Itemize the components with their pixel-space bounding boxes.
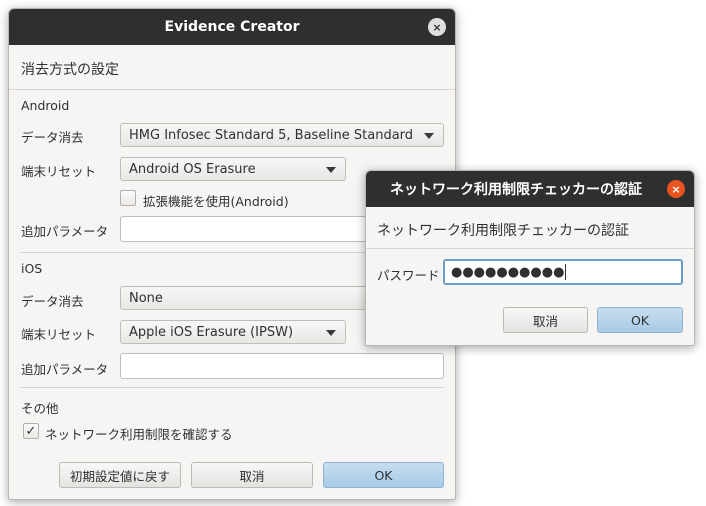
android-reset-value: Android OS Erasure xyxy=(129,161,256,177)
heading-divider xyxy=(9,89,455,90)
android-erase-select[interactable]: HMG Infosec Standard 5, Baseline Standar… xyxy=(120,123,444,147)
network-auth-dialog: ネットワーク利用制限チェッカーの認証 × ネットワーク利用制限チェッカーの認証 … xyxy=(365,170,695,346)
auth-cancel-button[interactable]: 取消 xyxy=(503,307,588,333)
auth-window-title: ネットワーク利用制限チェッカーの認証 xyxy=(390,182,642,198)
ios-erase-label: データ消去 xyxy=(21,294,84,309)
android-erase-value: HMG Infosec Standard 5, Baseline Standar… xyxy=(129,127,414,143)
network-check-checkbox[interactable]: ✓ xyxy=(23,423,39,439)
restore-defaults-button[interactable]: 初期設定値に戻す xyxy=(59,462,181,488)
android-erase-label: データ消去 xyxy=(21,130,84,145)
network-check-label: ネットワーク利用制限を確認する xyxy=(45,427,233,442)
chevron-down-icon xyxy=(326,330,336,336)
ios-divider xyxy=(21,387,443,388)
auth-ok-button[interactable]: OK xyxy=(597,307,683,333)
android-section-label: Android xyxy=(21,98,70,113)
password-value: ●●●●●●●●●● xyxy=(451,264,565,280)
window-title: Evidence Creator xyxy=(164,19,300,35)
android-extension-checkbox[interactable] xyxy=(120,190,136,206)
ios-params-label: 追加パラメータ xyxy=(21,362,109,377)
close-icon[interactable]: × xyxy=(428,18,446,36)
auth-heading-divider xyxy=(366,248,694,249)
auth-heading: ネットワーク利用制限チェッカーの認証 xyxy=(377,223,629,239)
ios-reset-select[interactable]: Apple iOS Erasure (IPSW) xyxy=(120,320,346,344)
close-icon[interactable]: × xyxy=(667,180,685,198)
auth-title-bar[interactable]: ネットワーク利用制限チェッカーの認証 × xyxy=(366,171,694,207)
password-input[interactable]: ●●●●●●●●●● xyxy=(443,259,683,285)
title-bar[interactable]: Evidence Creator × xyxy=(9,9,455,45)
other-section-label: その他 xyxy=(21,401,59,416)
text-cursor xyxy=(565,264,567,280)
ok-button[interactable]: OK xyxy=(323,462,444,488)
ios-section-label: iOS xyxy=(21,261,43,276)
android-params-label: 追加パラメータ xyxy=(21,224,109,239)
dialog-heading: 消去方式の設定 xyxy=(21,62,119,78)
android-reset-select[interactable]: Android OS Erasure xyxy=(120,157,346,181)
cancel-button[interactable]: 取消 xyxy=(191,462,313,488)
ios-erase-value: None xyxy=(129,290,163,306)
password-label: パスワード xyxy=(377,268,440,283)
ios-reset-value: Apple iOS Erasure (IPSW) xyxy=(129,324,294,340)
android-reset-label: 端末リセット xyxy=(21,164,97,179)
chevron-down-icon xyxy=(424,133,434,139)
ios-reset-label: 端末リセット xyxy=(21,327,97,342)
android-extension-label: 拡張機能を使用(Android) xyxy=(143,194,289,209)
ios-params-input[interactable] xyxy=(120,353,444,379)
chevron-down-icon xyxy=(326,167,336,173)
